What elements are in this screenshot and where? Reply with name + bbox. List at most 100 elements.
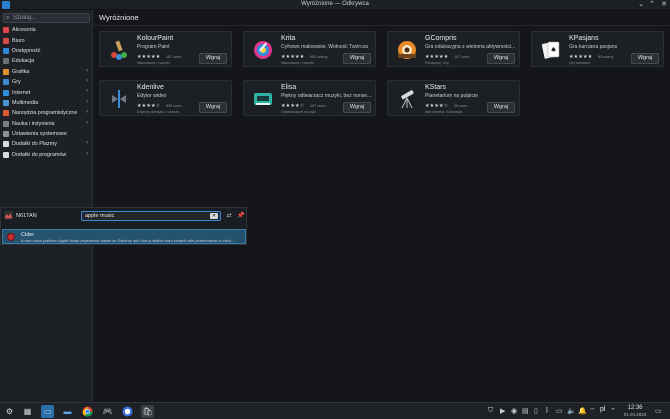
category-icon (3, 37, 9, 44)
app-description: Gra karciana pasjans (569, 44, 618, 50)
search-input[interactable] (13, 14, 87, 22)
app-card-kpasjans[interactable]: ♠ KPasjans Gra karciana pasjans ★★★★★ 83… (531, 31, 664, 67)
category-item-akcesoria[interactable]: Akcesoria (0, 25, 92, 35)
install-button[interactable]: Wgraj (343, 53, 371, 64)
kdenlive-icon (112, 90, 126, 108)
maximize-icon[interactable]: ⌃ (648, 1, 656, 9)
category-item-nauka[interactable]: Nauka i inżynieria › (0, 119, 92, 129)
notifications-icon[interactable]: 🔔 (578, 407, 587, 415)
app-launcher-icon[interactable]: ⚙ (3, 405, 16, 418)
install-button[interactable]: Wgraj (199, 53, 227, 64)
category-item-gry[interactable]: Gry › (0, 77, 92, 87)
install-button[interactable]: Wgraj (487, 53, 515, 64)
task-manager-icon[interactable]: ▭ (41, 405, 54, 418)
review-count: 830 ocen (166, 103, 182, 108)
review-count: 187 ocen (310, 103, 326, 108)
steam-icon[interactable]: ◉ (511, 407, 517, 415)
media-player-icon[interactable]: ▶ (500, 407, 505, 415)
keyboard-layout-indicator[interactable]: pl (600, 406, 605, 413)
configure-icon[interactable]: ⇄ (225, 212, 233, 220)
review-count: 26 ocen (454, 103, 468, 108)
app-category: Edukacja, Gry (425, 61, 449, 65)
main-content: Wyróżnione KolourPaint Program Paint ★★★… (93, 10, 670, 402)
network-icon[interactable]: ⌔ (589, 407, 596, 416)
shield-icon[interactable]: ⛉ (488, 407, 493, 415)
star-rating: ★★★★★ (281, 54, 305, 60)
tray-expand-icon[interactable]: ⌃ (610, 407, 616, 415)
category-icon (3, 131, 9, 138)
close-icon[interactable]: ✕ (660, 1, 668, 9)
category-item-dodatki-plazmy[interactable]: Dodatki do Plazmy › (0, 139, 92, 149)
install-button[interactable]: Wgraj (199, 102, 227, 113)
star-rating: ★★★★☆ (425, 103, 449, 109)
category-icon (3, 27, 9, 34)
review-count: 83 oceny (598, 54, 614, 59)
bluetooth-icon[interactable]: ᛒ (545, 407, 549, 414)
minimize-icon[interactable]: ⌄ (637, 1, 645, 9)
category-item-internet[interactable]: Internet › (0, 87, 92, 97)
chevron-right-icon: › (86, 119, 88, 126)
show-desktop-icon[interactable]: ▭ (655, 407, 662, 415)
star-rating: ★★★★☆ (137, 103, 161, 109)
volume-icon[interactable]: 🔈 (567, 407, 576, 415)
app-name: GCompris (425, 35, 457, 42)
file-manager-icon[interactable]: ▬ (61, 405, 74, 418)
app-card-kstars[interactable]: KStars Planetarium na pulpicie ★★★★☆ 26 … (387, 80, 520, 116)
chevron-right-icon: › (86, 150, 88, 157)
category-item-narzedzia-programistyczne[interactable]: Narzędzia programistyczne › (0, 108, 92, 118)
app-category: Malowanie i rysunki (281, 61, 315, 65)
clock-time: 12:36 (627, 405, 643, 411)
svg-text:♠: ♠ (550, 46, 556, 54)
game-controller-icon[interactable]: 🎮 (101, 405, 114, 418)
runner-search-input[interactable] (85, 212, 205, 220)
category-icon (3, 141, 9, 148)
discover-task-icon[interactable]: 🛍 (141, 405, 154, 418)
install-button[interactable]: Wgraj (631, 53, 659, 64)
search-result-item[interactable]: Cider A new cross-platform Apple Music e… (2, 229, 246, 244)
battery-icon[interactable]: ▯ (534, 407, 538, 415)
app-name: Krita (281, 35, 296, 42)
pin-icon[interactable]: 📌 (237, 212, 245, 220)
app-description: Edytor wideo (137, 93, 167, 99)
app-category: Malowanie i rysunki (137, 61, 171, 65)
kstars-icon (401, 90, 414, 109)
app-description: Piękny odtwarzacz muzyki, bez nonse... (281, 93, 372, 99)
page-title: Wyróżnione (99, 13, 139, 22)
app-name: KolourPaint (137, 35, 174, 42)
pager-icon[interactable]: ▦ (21, 405, 34, 418)
digital-clock[interactable]: 12:36 01.04.2023 (621, 405, 649, 418)
app-card-kolourpaint[interactable]: KolourPaint Program Paint ★★★★★ 187 ocen… (99, 31, 232, 67)
app-category: Gry karciane (569, 61, 591, 65)
clear-icon[interactable]: ✕ (210, 213, 218, 219)
clipboard-icon[interactable]: ▤ (522, 407, 529, 415)
category-item-edukacja[interactable]: Edukacja (0, 56, 92, 66)
app-name: KStars (425, 84, 447, 91)
chrome-icon[interactable] (81, 405, 94, 418)
category-item-ustawienia[interactable]: Ustawienia systemowe (0, 129, 92, 139)
category-icon (3, 47, 9, 54)
krita-icon (254, 41, 272, 59)
app-description: Gra edukacyjna z wieloma aktywności... (425, 44, 516, 50)
install-button[interactable]: Wgraj (487, 102, 515, 113)
app-card-elisa[interactable]: Elisa Piękny odtwarzacz muzyki, bez nons… (243, 80, 376, 116)
category-icon (3, 68, 9, 75)
category-item-multimedia[interactable]: Multimedia › (0, 98, 92, 108)
gcompris-icon (398, 41, 416, 59)
install-button[interactable]: Wgraj (343, 102, 371, 113)
category-item-dodatki-programow[interactable]: Dodatki do programów › (0, 150, 92, 160)
app-description: Program Paint (137, 44, 170, 50)
search-field[interactable]: ⌕ (3, 13, 90, 23)
category-item-dostepnosc[interactable]: Dostępność (0, 46, 92, 56)
app-description: Planetarium na pulpicie (425, 93, 478, 99)
category-item-grafika[interactable]: Grafika › (0, 67, 92, 77)
app-card-gcompris[interactable]: GCompris Gra edukacyjna z wieloma aktywn… (387, 31, 520, 67)
runner-search-field[interactable]: ✕ (81, 211, 221, 221)
app-card-kdenlive[interactable]: Kdenlive Edytor wideo ★★★★☆ 830 ocen Edy… (99, 80, 232, 116)
display-icon[interactable]: ▭ (556, 407, 563, 415)
chevron-right-icon: › (86, 77, 88, 84)
chat-app-icon[interactable] (121, 405, 134, 418)
app-name: KPasjans (569, 35, 599, 42)
category-item-biuro[interactable]: Biuro (0, 35, 92, 45)
header-divider (93, 25, 670, 26)
app-card-krita[interactable]: Krita Cyfrowe malowanie, Wolność Twórcza… (243, 31, 376, 67)
